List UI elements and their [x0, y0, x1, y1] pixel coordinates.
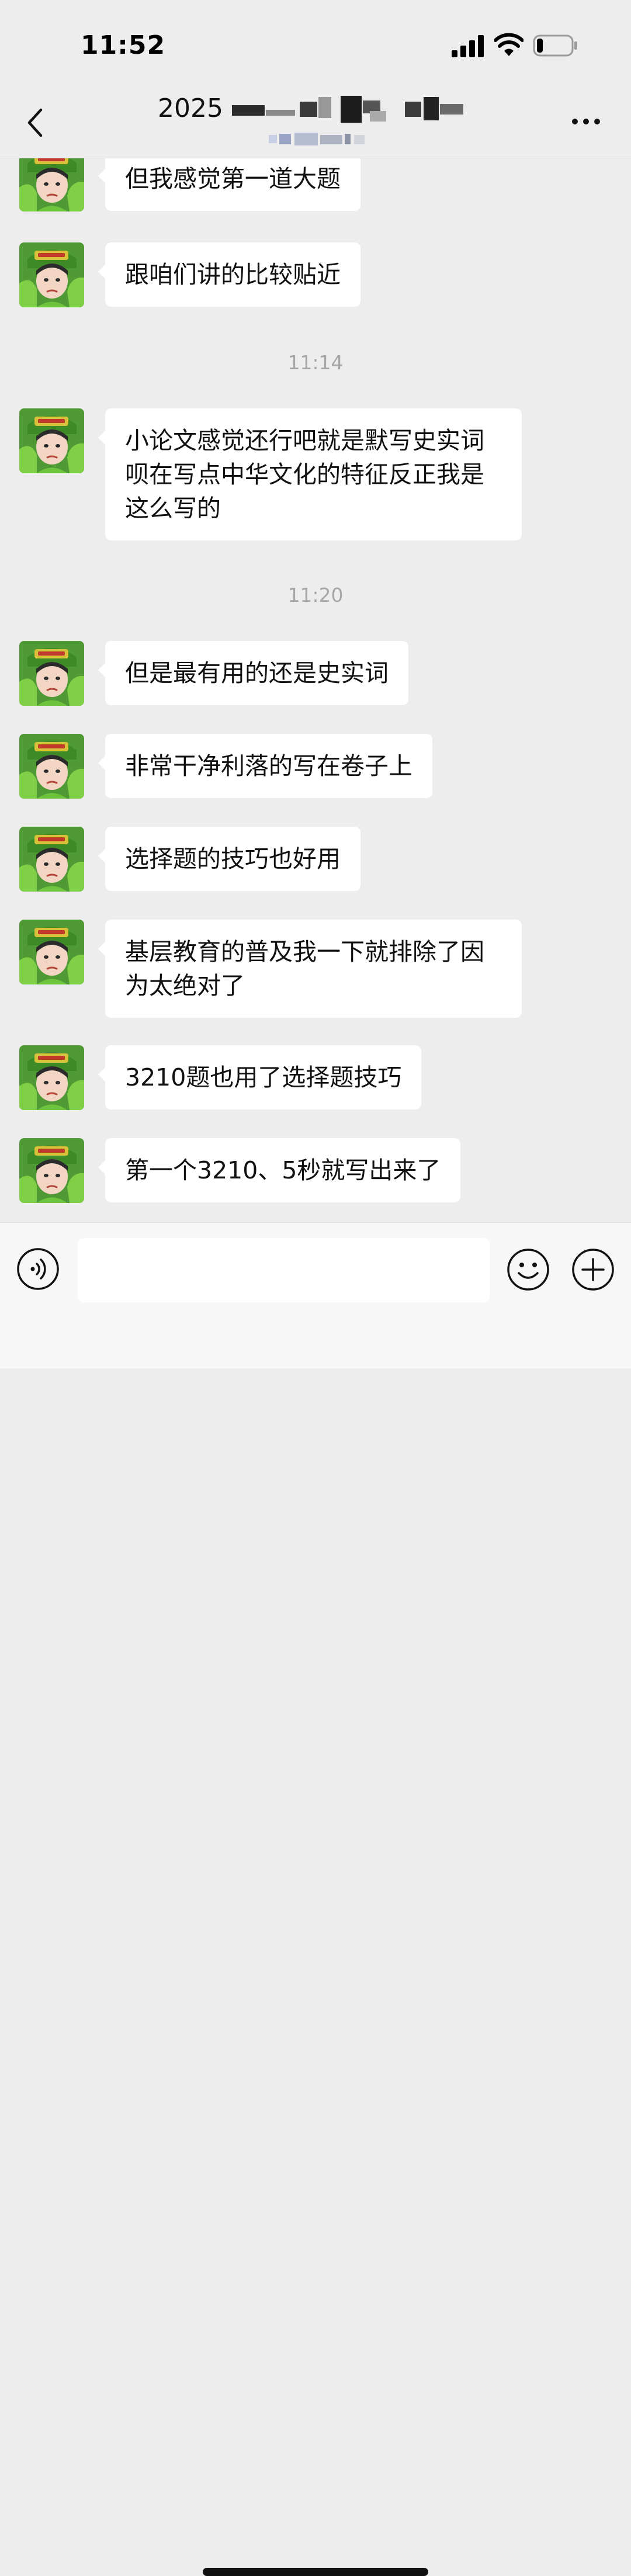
message-bubble[interactable]: 小论文感觉还行吧就是默写史实词呗在写点中华文化的特征反正我是这么写的: [98, 408, 522, 540]
avatar[interactable]: [19, 1138, 84, 1203]
title-redaction: [232, 96, 463, 123]
avatar[interactable]: [19, 920, 84, 984]
message-bubble[interactable]: 3210题也用了选择题技巧: [98, 1045, 422, 1110]
more-dots-icon[interactable]: [570, 116, 602, 127]
subtitle-redaction: [269, 133, 365, 145]
message-bubble[interactable]: 非常干净利落的写在卷子上: [98, 734, 432, 798]
chevron-left-icon[interactable]: [23, 105, 47, 140]
home-indicator: [203, 2568, 428, 2576]
message-bubble[interactable]: 但是最有用的还是史实词: [98, 641, 408, 705]
battery-icon: [533, 34, 577, 57]
avatar[interactable]: [19, 734, 84, 799]
chat-title: 2025: [158, 93, 223, 123]
input-bar: [0, 1222, 631, 2576]
message-input[interactable]: [78, 1238, 490, 1302]
signal-icon: [452, 35, 484, 57]
message-bubble[interactable]: 但我感觉第一道大题: [98, 158, 360, 211]
wifi-icon: [494, 33, 523, 56]
avatar[interactable]: [19, 242, 84, 307]
avatar[interactable]: [19, 408, 84, 473]
message-bubble[interactable]: 选择题的技巧也好用: [98, 827, 360, 891]
message-bubble[interactable]: 基层教育的普及我一下就排除了因为太绝对了: [98, 920, 522, 1018]
avatar[interactable]: [19, 641, 84, 706]
message-bubble[interactable]: 第一个3210、5秒就写出来了: [98, 1138, 461, 1202]
timestamp: 11:20: [287, 584, 344, 606]
nav-bar: 2025: [0, 88, 631, 158]
chat-area[interactable]: 但我感觉第一道大题 跟咱们讲的比较贴近 11:14 小论文感觉还行吧就是默写史实…: [0, 158, 631, 1222]
voice-icon[interactable]: [16, 1247, 60, 1291]
timestamp: 11:14: [287, 351, 344, 374]
status-time: 11:52: [81, 30, 166, 60]
status-bar: 11:52: [0, 0, 631, 88]
avatar[interactable]: [19, 1045, 84, 1110]
emoji-icon[interactable]: [506, 1247, 550, 1292]
avatar[interactable]: [19, 827, 84, 892]
message-bubble[interactable]: 跟咱们讲的比较贴近: [98, 242, 360, 307]
plus-icon[interactable]: [571, 1247, 615, 1292]
avatar[interactable]: [19, 158, 84, 212]
